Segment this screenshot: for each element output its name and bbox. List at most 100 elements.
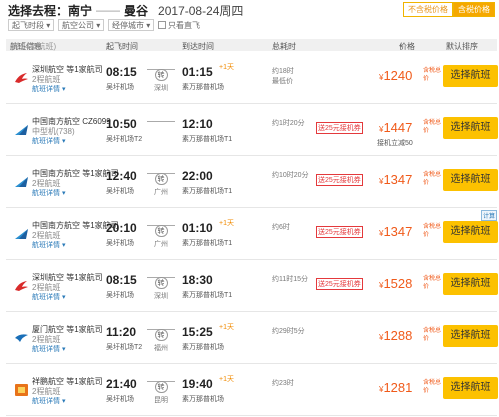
flight-row: 深圳航空 等1家航司 2程航班 航班详情 ▾ 08:15 吴圩机场转深圳 18:30 素万那… xyxy=(6,260,498,312)
flight-row: 祥鹏航空 等1家航司 2程航班 航班详情 ▾ 21:40 吴圩机场转昆明 19:40 +1天… xyxy=(6,364,498,416)
departure-airport: 吴圩机场T2 xyxy=(106,344,143,351)
departure-time: 08:15 xyxy=(106,273,137,287)
compute-tag[interactable]: 计算 xyxy=(481,210,497,221)
price: ¥1347 xyxy=(379,172,413,187)
col-price[interactable]: 价格 ↓ xyxy=(399,40,415,51)
promo-badge: 送25元接机券 xyxy=(316,174,363,186)
select-flight-button[interactable]: 选择航班 xyxy=(443,169,498,191)
price: ¥1240 xyxy=(379,68,413,83)
arrival-airport: 素万那普机场 xyxy=(182,396,224,403)
duration-note: 最低价 xyxy=(272,78,293,85)
arrival-time: 01:15 xyxy=(182,65,213,79)
col-total-time[interactable]: 总耗时 ↓ xyxy=(272,40,296,51)
promo-badge: 送25元接机券 xyxy=(316,226,363,238)
select-flight-button[interactable]: 选择航班 xyxy=(443,273,498,295)
tax-included-label: 含税总价 xyxy=(423,224,442,238)
departure-airport: 吴圩机场 xyxy=(106,292,134,299)
price: ¥1447 xyxy=(379,120,413,135)
airline-logo-icon xyxy=(14,227,29,239)
tax-included-label: 含税总价 xyxy=(423,172,442,186)
total-duration: 约18时 xyxy=(272,68,294,75)
route-dash: —— xyxy=(96,3,121,17)
price: ¥1528 xyxy=(379,276,413,291)
col-arr-time[interactable]: 到达时间 ↓ xyxy=(182,40,214,51)
arrival-airport: 素万那普机场 xyxy=(182,84,224,91)
departure-time: 12:40 xyxy=(106,169,137,183)
flight-row: 中国南方航空 等1家航司 2程航班 航班详情 ▾ 12:40 吴圩机场转广州 22:00 素… xyxy=(6,156,498,208)
flight-details-link[interactable]: 航班详情 ▾ xyxy=(32,84,65,94)
takeoff-time-dropdown[interactable]: 起飞时段 ▾ xyxy=(8,19,54,31)
departure-time: 20:10 xyxy=(106,221,137,235)
select-flight-button[interactable]: 选择航班 xyxy=(443,65,498,87)
airline-dropdown[interactable]: 航空公司 ▾ xyxy=(58,19,104,31)
total-duration: 约11时15分 xyxy=(272,276,309,283)
arrival-time: 22:00 xyxy=(182,169,213,183)
tax-included-label: 含税总价 xyxy=(423,68,442,82)
flight-list: 深圳航空 等1家航司 2程航班 航班详情 ▾ 08:15 吴圩机场转深圳 01:15 +1天… xyxy=(6,52,498,416)
airline-logo-icon xyxy=(14,279,29,291)
stopover-city: 深圳 xyxy=(154,293,168,300)
col-dep-time[interactable]: 起飞时间 ↓ xyxy=(106,40,138,51)
stopover-indicator: 转深圳 xyxy=(147,272,175,301)
tax-included-label: 含税总价 xyxy=(423,120,442,134)
stopover-city: 广州 xyxy=(154,189,168,196)
stopover-city: 深圳 xyxy=(154,85,168,92)
select-flight-button[interactable]: 选择航班 xyxy=(443,117,498,139)
next-day-flag: +1天 xyxy=(219,64,234,71)
flight-row: 深圳航空 等1家航司 2程航班 航班详情 ▾ 08:15 吴圩机场转深圳 01:15 +1天… xyxy=(6,52,498,104)
flight-details-link[interactable]: 航班详情 ▾ xyxy=(32,344,65,354)
flight-details-link[interactable]: 航班详情 ▾ xyxy=(32,292,65,302)
stopover-indicator: 转广州 xyxy=(147,220,175,249)
airline-logo-icon xyxy=(14,331,29,343)
transfer-badge: 转 xyxy=(154,277,168,289)
flight-row: 中国南方航空 等1家航司 2程航班 航班详情 ▾ 20:10 吴圩机场转广州 01:10 +… xyxy=(6,208,498,260)
direct-only-checkbox[interactable]: 只看直飞 xyxy=(158,20,200,31)
tax-included-label: 含税总价 xyxy=(423,276,442,290)
price-incl-tax-toggle[interactable]: 含税价格 xyxy=(453,2,495,17)
arrival-airport: 素万那普机场 xyxy=(182,344,224,351)
total-duration: 约10时20分 xyxy=(272,172,309,179)
flight-details-link[interactable]: 航班详情 ▾ xyxy=(32,240,65,250)
checkbox-box[interactable] xyxy=(158,21,166,29)
flight-details-link[interactable]: 航班详情 ▾ xyxy=(32,136,65,146)
col-sort[interactable]: 默认排序 ↓ xyxy=(446,40,478,51)
arrival-airport: 素万那普机场T1 xyxy=(182,136,233,143)
route-prefix: 选择去程： xyxy=(8,3,69,18)
arrival-time: 12:10 xyxy=(182,117,213,131)
price: ¥1281 xyxy=(379,380,413,395)
airline-logo-icon xyxy=(14,71,29,83)
direct-line xyxy=(147,121,175,122)
flight-row: 中国南方航空 CZ6099 中型机(738) 航班详情 ▾ 10:50 吴圩机场T2 12… xyxy=(6,104,498,156)
price-excl-tax-toggle[interactable]: 不含税价格 xyxy=(403,2,453,17)
transfer-badge: 转 xyxy=(154,329,168,341)
arrival-airport: 素万那普机场T1 xyxy=(182,292,233,299)
flight-details-link[interactable]: 航班详情 ▾ xyxy=(32,188,65,198)
total-duration: 约23时 xyxy=(272,380,294,387)
stopover-indicator: 转深圳 xyxy=(147,64,175,93)
flight-row: 厦门航空 等1家航司 2程航班 航班详情 ▾ 11:20 吴圩机场T2 转福州 15:25 +… xyxy=(6,312,498,364)
destination-city[interactable]: 曼谷 xyxy=(124,2,148,19)
results-header: 航班信息 (共24条航班) 起飞时间 ↓ 到达时间 ↓ 总耗时 ↓ 价格 ↓ 默认… xyxy=(6,39,497,51)
departure-time: 11:20 xyxy=(106,325,137,339)
next-day-flag: +1天 xyxy=(219,376,234,383)
total-duration: 约6时 xyxy=(272,224,290,231)
transfer-badge: 转 xyxy=(154,173,168,185)
promo-badge: 送25元接机券 xyxy=(316,122,363,134)
total-duration: 约1时20分 xyxy=(272,120,305,127)
departure-date[interactable]: 2017-08-24周四 xyxy=(158,2,243,19)
departure-time: 10:50 xyxy=(106,117,137,131)
select-flight-button[interactable]: 选择航班 xyxy=(443,377,498,399)
promo-badge: 送25元接机券 xyxy=(316,278,363,290)
select-flight-button[interactable]: 选择航班 xyxy=(443,325,498,347)
arrival-airport: 素万那普机场T1 xyxy=(182,188,233,195)
origin-city[interactable]: 南宁 xyxy=(68,2,92,19)
total-duration: 约29时5分 xyxy=(272,328,305,335)
flight-details-link[interactable]: 航班详情 ▾ xyxy=(32,396,65,406)
arrival-time: 01:10 xyxy=(182,221,213,235)
stopover-city-dropdown[interactable]: 经停城市 ▾ xyxy=(108,19,154,31)
arrival-time: 19:40 xyxy=(182,377,213,391)
tax-included-label: 含税总价 xyxy=(423,328,442,342)
route-title: 选择去程： 南宁 —— 曼谷 2017-08-24周四 xyxy=(8,2,243,18)
select-flight-button[interactable]: 选择航班 xyxy=(443,221,498,243)
arrival-time: 15:25 xyxy=(182,325,213,339)
